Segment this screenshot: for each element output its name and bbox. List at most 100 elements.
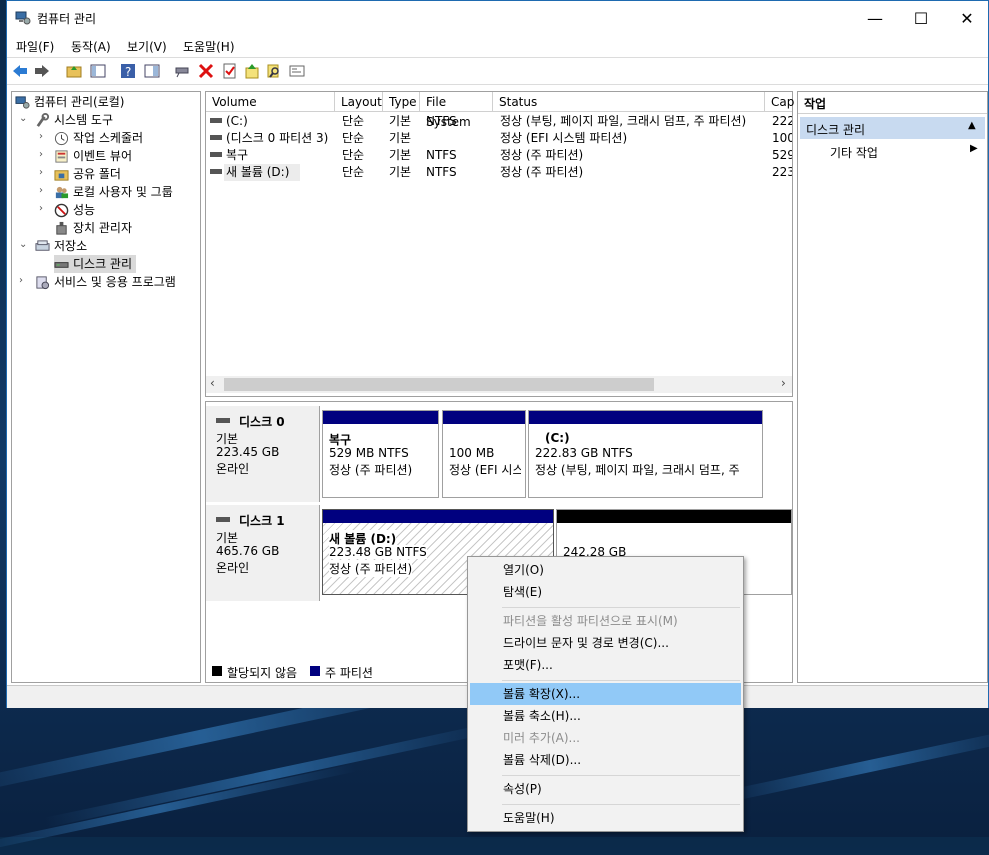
check-icon[interactable] (221, 62, 239, 80)
chevron-right-icon[interactable]: › (19, 275, 23, 286)
partition-recovery[interactable]: 복구 529 MB NTFS 정상 (주 파티션) (322, 410, 439, 498)
tree-item-root[interactable]: 컴퓨터 관리(로컬) (15, 93, 124, 111)
volume-list: Volume Layout Type File System Status Ca… (205, 91, 794, 397)
console-icon[interactable] (288, 62, 306, 80)
menu-item-extend-volume[interactable]: 볼륨 확장(X)... (470, 683, 741, 705)
search-icon[interactable] (265, 62, 283, 80)
tree-item-disk-management[interactable]: 디스크 관리 (54, 255, 137, 273)
chevron-right-icon[interactable]: › (39, 203, 43, 214)
tree-item-system-tools[interactable]: 시스템 도구 (35, 111, 113, 129)
menu-separator (502, 607, 740, 608)
horizontal-scrollbar[interactable]: ‹ › (206, 376, 792, 393)
column-header-volume[interactable]: Volume (206, 92, 335, 112)
cell-layout: 단순 (342, 114, 365, 128)
scroll-left-icon[interactable]: ‹ (210, 376, 215, 390)
menu-help[interactable]: 도움말(H) (183, 38, 235, 55)
partition-size: 100 MB (449, 446, 495, 460)
minimize-button[interactable]: — (852, 1, 898, 35)
disk-drive-icon (54, 262, 69, 268)
chevron-right-icon[interactable]: › (39, 167, 43, 178)
menu-item-help[interactable]: 도움말(H) (470, 807, 741, 829)
disk-state: 온라인 (216, 462, 250, 476)
tree-item-performance[interactable]: 성능 (54, 201, 95, 219)
desktop-light-streak (0, 763, 357, 855)
menu-action[interactable]: 동작(A) (71, 38, 111, 55)
actions-section-disk-management[interactable]: 디스크 관리 ▲ (800, 117, 985, 139)
column-header-type[interactable]: Type (383, 92, 420, 112)
disk-1-label[interactable]: 디스크 1 기본 465.76 GB 온라인 (206, 505, 320, 601)
cell-status: 정상 (EFI 시스템 파티션) (500, 131, 628, 145)
partition-bar (443, 411, 525, 424)
disk-name: 디스크 0 (239, 415, 285, 429)
cell-fs: NTFS (426, 148, 457, 162)
tree-label: 작업 스케줄러 (73, 131, 144, 145)
cell-fs: NTFS (426, 114, 457, 128)
tree-item-device-manager[interactable]: 장치 관리자 (54, 219, 132, 237)
tree-label: 공유 폴더 (73, 167, 121, 181)
delete-icon[interactable] (197, 62, 215, 80)
scroll-right-icon[interactable]: › (781, 376, 786, 390)
partition-status: 정상 (EFI 시스 (449, 463, 521, 477)
up-folder-icon[interactable] (65, 62, 83, 80)
column-header-file-system[interactable]: File System (420, 92, 493, 129)
cell-type: 기본 (389, 131, 412, 145)
tree-item-event-viewer[interactable]: 이벤트 뷰어 (54, 147, 132, 165)
maximize-button[interactable]: ☐ (898, 1, 944, 35)
cell-volume: 새 볼륨 (D:) (224, 164, 300, 181)
clock-icon (54, 131, 69, 146)
back-icon[interactable] (11, 62, 29, 80)
connect-icon[interactable] (173, 62, 191, 80)
partition-size: 529 MB NTFS (329, 446, 409, 460)
partition-bar (323, 411, 438, 424)
help-icon[interactable]: ? (119, 62, 137, 80)
volume-icon (210, 135, 222, 140)
scrollbar-thumb[interactable] (224, 378, 654, 391)
menu-item-shrink-volume[interactable]: 볼륨 축소(H)... (470, 705, 741, 727)
actions-more[interactable]: 기타 작업 ▶ (800, 141, 985, 161)
disk-0-label[interactable]: 디스크 0 기본 223.45 GB 온라인 (206, 406, 320, 502)
menu-item-delete-volume[interactable]: 볼륨 삭제(D)... (470, 749, 741, 771)
cell-status: 정상 (부팅, 페이지 파일, 크래시 덤프, 주 파티션) (500, 114, 747, 128)
show-hide-tree-icon[interactable] (89, 62, 107, 80)
chevron-right-icon[interactable]: › (39, 149, 43, 160)
tree-item-task-scheduler[interactable]: 작업 스케줄러 (54, 129, 143, 147)
column-header-layout[interactable]: Layout (335, 92, 383, 112)
tree-item-shared-folders[interactable]: 공유 폴더 (54, 165, 121, 183)
navigation-tree: 컴퓨터 관리(로컬) ⌄ 시스템 도구 › 작업 스케줄러 › 이벤트 뷰어 ›… (11, 91, 201, 683)
partition-title: (C:) (545, 431, 570, 445)
chevron-right-icon[interactable]: › (39, 131, 43, 142)
menu-item-format[interactable]: 포맷(F)... (470, 654, 741, 676)
column-header-capacity[interactable]: Cap (765, 92, 794, 112)
chevron-down-icon[interactable]: ⌄ (19, 113, 27, 124)
partition-size: 223.48 GB NTFS (329, 545, 427, 559)
menu-item-open[interactable]: 열기(O) (470, 559, 741, 581)
menu-item-explore[interactable]: 탐색(E) (470, 581, 741, 603)
tree-item-storage[interactable]: 저장소 (35, 237, 87, 255)
legend-label-primary: 주 파티션 (325, 666, 373, 680)
close-button[interactable]: ✕ (944, 1, 989, 35)
menu-item-change-drive-letter[interactable]: 드라이브 문자 및 경로 변경(C)... (470, 632, 741, 654)
legend-label-unallocated: 할당되지 않음 (227, 666, 298, 680)
svg-text:?: ? (125, 65, 131, 79)
partition-c[interactable]: (C:) 222.83 GB NTFS 정상 (부팅, 페이지 파일, 크래시 … (528, 410, 763, 498)
properties-pane-icon[interactable] (143, 62, 161, 80)
menu-view[interactable]: 보기(V) (127, 38, 167, 55)
cell-capacity: 100 (772, 131, 792, 145)
actions-more-label: 기타 작업 (830, 146, 878, 160)
import-icon[interactable] (243, 62, 261, 80)
chevron-down-icon[interactable]: ⌄ (19, 239, 27, 250)
chevron-right-icon[interactable]: › (39, 185, 43, 196)
collapse-up-icon[interactable]: ▲ (968, 120, 976, 131)
menu-file[interactable]: 파일(F) (16, 38, 54, 55)
title-bar[interactable]: 컴퓨터 관리 — ☐ ✕ (7, 1, 988, 35)
partition-efi[interactable]: 100 MB 정상 (EFI 시스 (442, 410, 526, 498)
tree-item-services[interactable]: 서비스 및 응용 프로그램 (35, 273, 176, 291)
column-header-status[interactable]: Status (493, 92, 765, 112)
services-icon (36, 276, 50, 290)
partition-bar (529, 411, 762, 424)
tree-item-local-users[interactable]: 로컬 사용자 및 그룹 (54, 183, 173, 201)
cell-volume: 복구 (226, 148, 249, 162)
menu-item-properties[interactable]: 속성(P) (470, 778, 741, 800)
forward-icon[interactable] (33, 62, 51, 80)
tree-label: 디스크 관리 (73, 257, 133, 271)
